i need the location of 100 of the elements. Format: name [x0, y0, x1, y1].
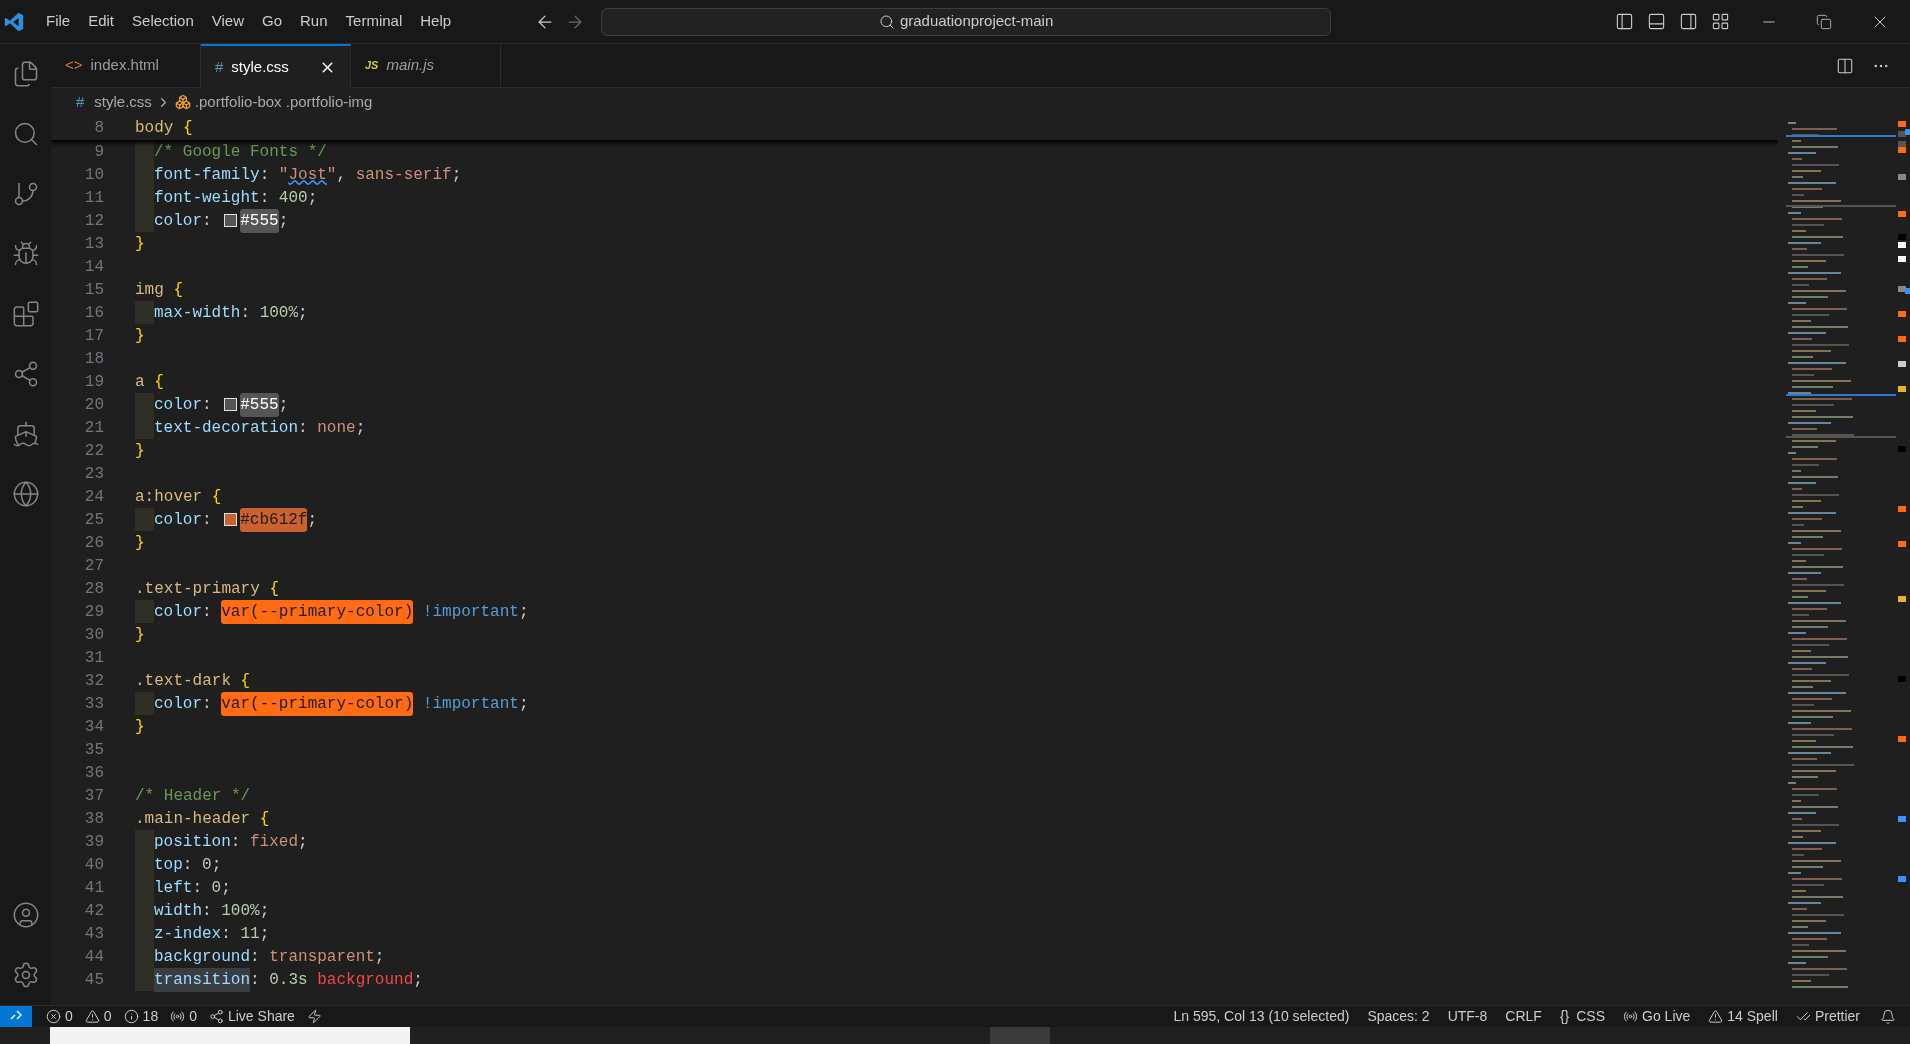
line-number: 36: [83, 762, 104, 784]
status-item[interactable]: CSS: [1576, 1006, 1606, 1027]
code-token: }: [135, 716, 145, 738]
bug-icon[interactable]: [11, 240, 40, 268]
variable-highlight: var(--primary-color): [221, 599, 414, 624]
code-token: }: [135, 325, 145, 347]
file-type-icon: <>: [65, 54, 83, 77]
line-number: 24: [83, 486, 104, 508]
panel-left-icon[interactable]: [1615, 12, 1634, 31]
braces-glyph: {}: [1559, 1007, 1570, 1026]
globe-icon[interactable]: [11, 480, 40, 508]
code-token: :: [202, 693, 213, 715]
status-item[interactable]: 0: [189, 1006, 197, 1027]
error-icon: [46, 1009, 61, 1024]
line-number: 23: [83, 463, 104, 485]
code-token: ;: [298, 831, 308, 853]
menu-item[interactable]: Selection: [123, 10, 203, 33]
code-token: ;: [518, 601, 529, 623]
code-token: :: [202, 601, 213, 623]
ship-icon[interactable]: [11, 420, 40, 448]
code-token: transition: [154, 967, 250, 992]
code-token: :: [202, 509, 213, 531]
line-number: 9: [93, 141, 104, 163]
line-number: 18: [83, 348, 104, 370]
status-item[interactable]: 18: [142, 1006, 159, 1027]
code-token: {: [268, 578, 280, 600]
code-token: .text-primary: [135, 578, 260, 600]
status-item[interactable]: 0: [65, 1006, 73, 1027]
bell-icon[interactable]: [1880, 1008, 1896, 1025]
code-token: img: [135, 279, 164, 301]
status-item[interactable]: Go Live: [1642, 1006, 1691, 1027]
code-token: {: [239, 670, 251, 692]
code-token: color: [154, 394, 202, 416]
code-token: {: [210, 486, 222, 508]
lightning-icon[interactable]: [306, 1009, 322, 1024]
code-token: .main-header: [135, 808, 251, 830]
status-item[interactable]: 0: [103, 1006, 112, 1027]
code-token: body: [135, 118, 174, 139]
code-token: position: [154, 831, 231, 853]
menu-item[interactable]: Edit: [79, 10, 124, 33]
line-number: 22: [83, 440, 104, 462]
code-token: sans-serif: [355, 164, 452, 186]
color-swatch[interactable]: [224, 398, 238, 411]
status-item[interactable]: Prettier: [1814, 1006, 1860, 1027]
code-token: :: [259, 164, 271, 186]
code-token: ;: [355, 417, 366, 439]
breadcrumb-item[interactable]: .portfolio-box .portfolio-img: [194, 90, 373, 114]
window-thumbnail[interactable]: [50, 1027, 410, 1044]
line-number: 42: [83, 900, 104, 922]
code-token: 0: [211, 877, 222, 899]
account-icon[interactable]: [11, 901, 40, 929]
panel-bottom-icon[interactable]: [1647, 12, 1666, 31]
color-swatch[interactable]: [224, 214, 238, 227]
editor-tab[interactable]: JS main.js: [351, 44, 501, 88]
layout-icon[interactable]: [1711, 12, 1730, 31]
antenna-icon: [170, 1009, 186, 1024]
menu-item[interactable]: View: [202, 10, 253, 33]
menu-item[interactable]: Go: [253, 10, 291, 33]
menu-item[interactable]: Help: [411, 10, 461, 33]
line-number: 21: [83, 417, 104, 439]
restore-icon[interactable]: [1816, 13, 1832, 30]
line-number: 30: [83, 624, 104, 646]
editor-tab[interactable]: <> index.html: [51, 44, 201, 88]
menu-item[interactable]: Run: [291, 10, 337, 33]
breadcrumb-item[interactable]: style.css: [94, 90, 152, 114]
panel-right-icon[interactable]: [1679, 12, 1698, 31]
code-token: ": [278, 164, 289, 186]
line-number: 29: [83, 601, 104, 623]
status-item[interactable]: UTF-8: [1447, 1006, 1488, 1027]
line-number: 39: [83, 831, 104, 853]
code-token: :: [202, 210, 213, 232]
code-token: ;: [413, 969, 423, 991]
symbol-icon: [174, 94, 191, 110]
menu-item[interactable]: Terminal: [336, 10, 412, 33]
code-token: /* Google Fonts */: [154, 141, 327, 163]
menu-item[interactable]: File: [37, 10, 80, 33]
code-token: :: [192, 877, 203, 899]
command-center[interactable]: graduationproject-main: [601, 7, 1332, 36]
blocks-icon[interactable]: [11, 300, 40, 328]
status-item[interactable]: 14 Spell: [1727, 1006, 1778, 1027]
info-icon: [123, 1009, 139, 1024]
line-number: 25: [83, 509, 104, 531]
warning-icon: [84, 1009, 100, 1024]
line-number: 35: [83, 739, 104, 761]
code-token: 100%: [221, 900, 260, 922]
code-token: none: [317, 417, 356, 439]
status-item[interactable]: Live Share: [227, 1006, 295, 1027]
editor-tab[interactable]: # style.css: [201, 44, 351, 88]
code-token: :: [240, 302, 252, 324]
code-token: :: [230, 831, 242, 853]
line-number: 13: [83, 233, 104, 255]
status-item[interactable]: Spaces: 2: [1367, 1006, 1430, 1027]
code-token: background: [154, 946, 250, 968]
split-editor-icon[interactable]: [1836, 56, 1854, 75]
code-token: ;: [259, 923, 270, 945]
status-item[interactable]: CRLF: [1505, 1006, 1542, 1027]
code-token: !important: [421, 601, 519, 623]
code-token: top: [154, 854, 183, 876]
color-swatch[interactable]: [224, 513, 238, 526]
status-item[interactable]: Ln 595, Col 13 (10 selected): [1173, 1006, 1350, 1027]
